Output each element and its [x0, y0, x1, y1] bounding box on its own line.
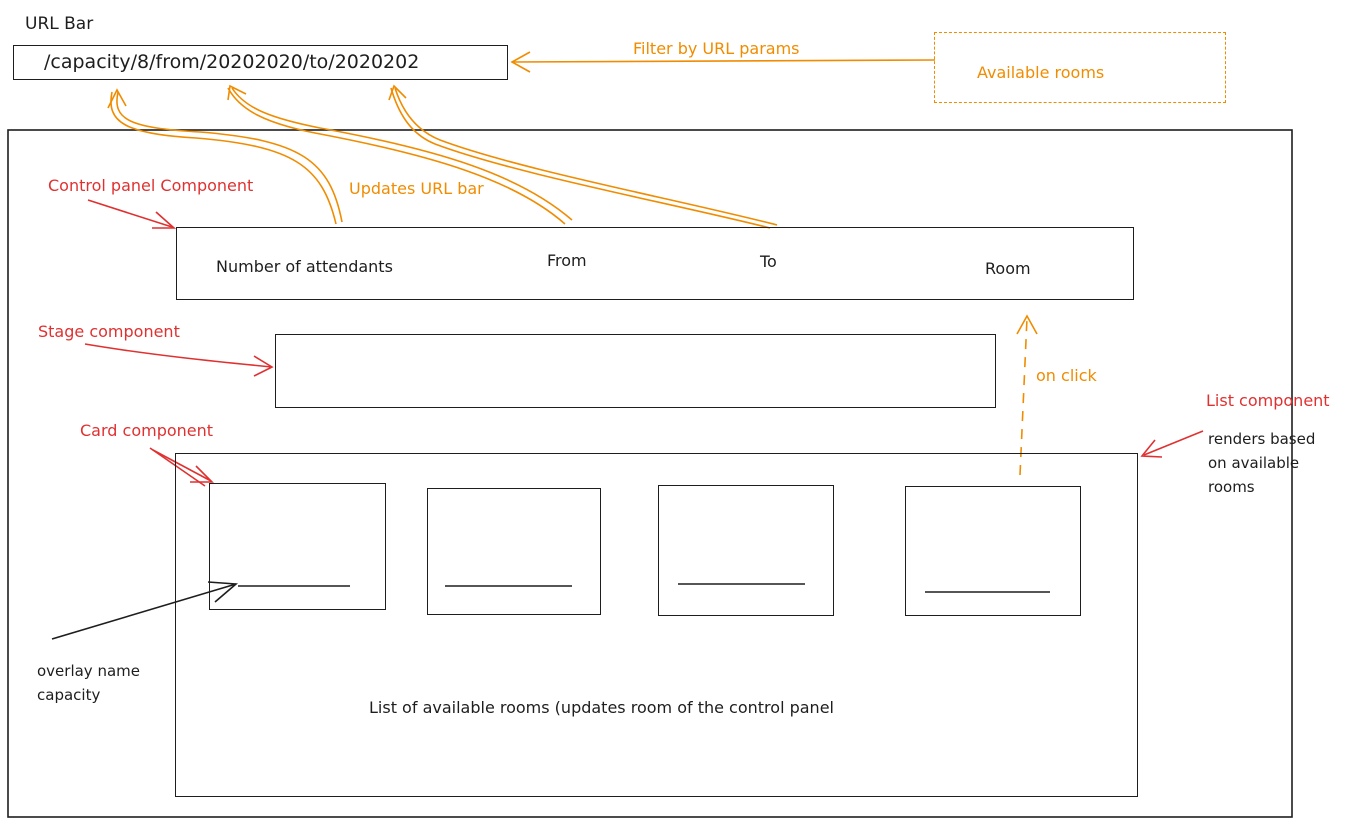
list-note-line-3: rooms: [1208, 478, 1255, 496]
on-click-arrow: [1016, 314, 1038, 476]
control-field-attendants[interactable]: Number of attendants: [216, 257, 393, 276]
room-card[interactable]: [905, 486, 1081, 616]
room-card[interactable]: [427, 488, 601, 615]
room-list-caption: List of available rooms (updates room of…: [369, 698, 834, 717]
url-bar-value: /capacity/8/from/20202020/to/2020202: [44, 51, 420, 73]
card-component-note: Card component: [80, 421, 214, 440]
url-bar[interactable]: /capacity/8/from/20202020/to/2020202: [13, 45, 508, 80]
control-field-room[interactable]: Room: [985, 259, 1031, 278]
overlay-note-line-2: capacity: [37, 686, 101, 704]
filter-by-url-params-note: Filter by URL params: [633, 39, 800, 58]
control-panel-component-note: Control panel Component: [48, 176, 254, 195]
room-card[interactable]: [658, 485, 834, 616]
available-rooms-label: Available rooms: [977, 63, 1105, 82]
overlay-note-line-1: overlay name: [37, 662, 140, 680]
control-field-to[interactable]: To: [760, 252, 777, 271]
stage: [275, 334, 996, 408]
stage-component-note: Stage component: [38, 322, 180, 341]
list-note-line-2: on available: [1208, 454, 1300, 472]
list-component-note: List component: [1206, 391, 1330, 410]
url-bar-label: URL Bar: [25, 14, 94, 34]
updates-url-bar-note: Updates URL bar: [349, 179, 484, 198]
on-click-note: on click: [1036, 366, 1097, 385]
list-note-line-1: renders based: [1208, 430, 1316, 448]
room-card[interactable]: [209, 483, 386, 610]
update-arrows: [107, 84, 778, 229]
control-field-from[interactable]: From: [547, 251, 587, 270]
available-rooms-store: Available rooms: [934, 32, 1226, 103]
control-panel: Number of attendants From To Room: [176, 227, 1134, 300]
